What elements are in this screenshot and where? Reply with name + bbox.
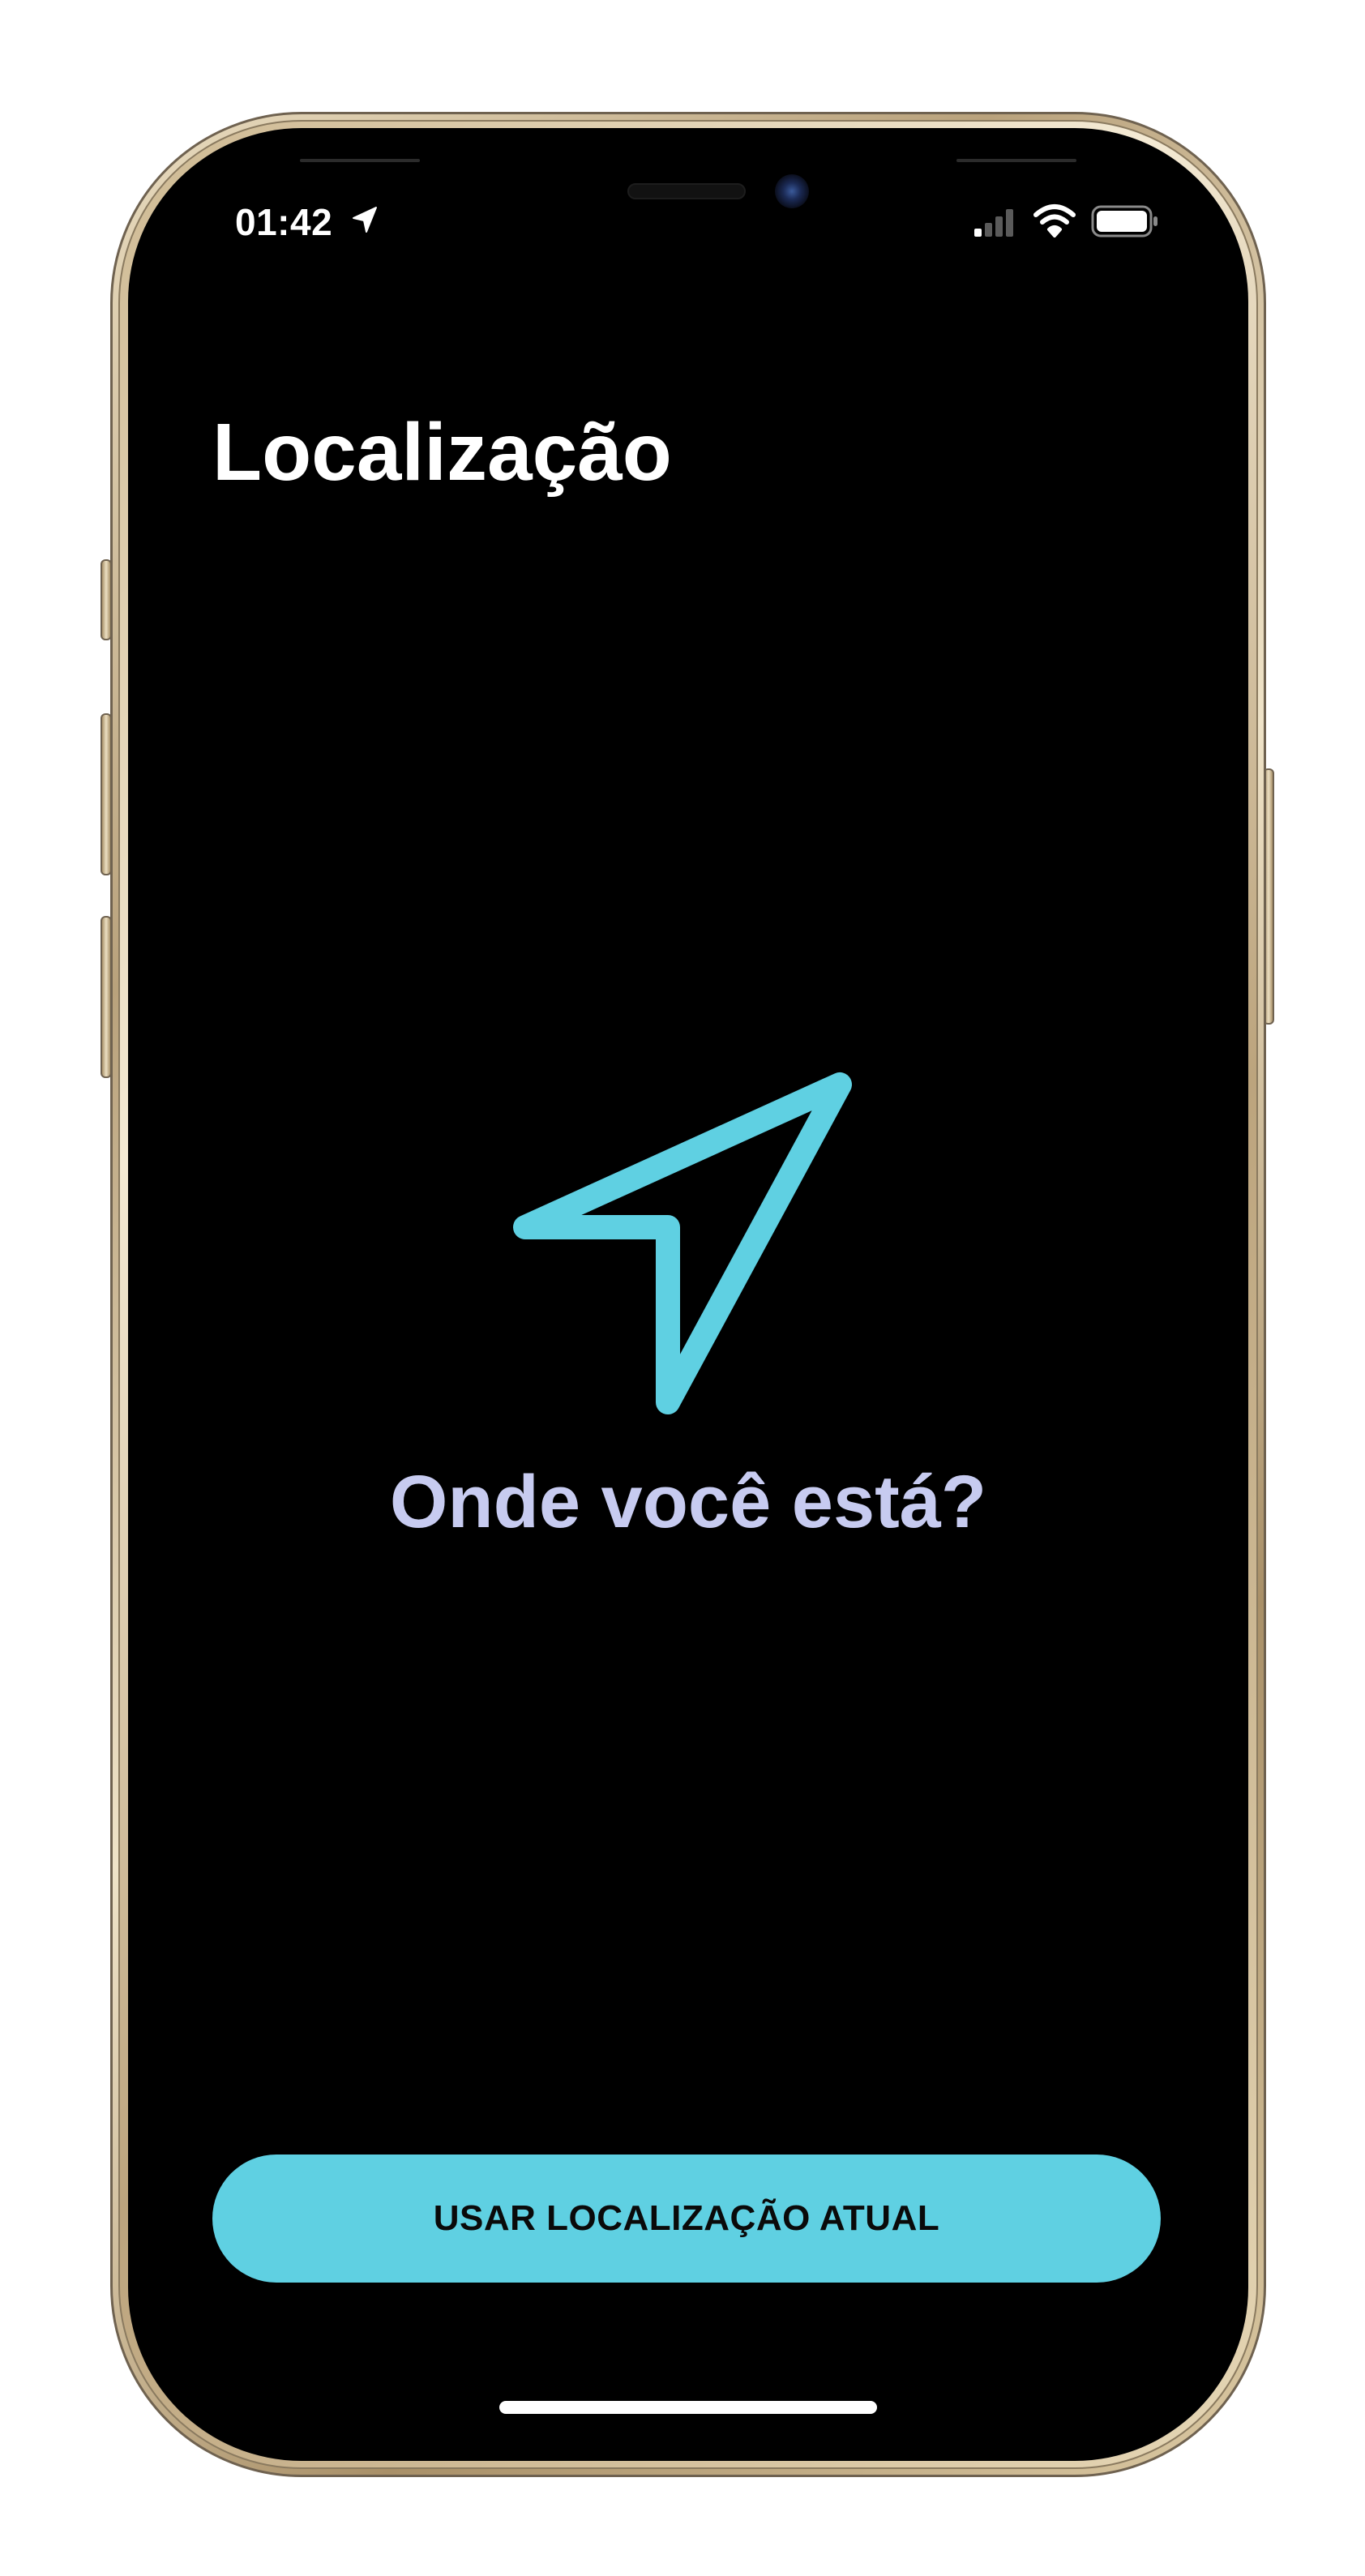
page-title: Localização bbox=[212, 407, 672, 498]
wifi-icon bbox=[1033, 204, 1076, 237]
use-current-location-label: USAR LOCALIZAÇÃO ATUAL bbox=[433, 2198, 940, 2238]
top-edge-line-left bbox=[300, 159, 420, 162]
use-current-location-button[interactable]: USAR LOCALIZAÇÃO ATUAL bbox=[212, 2155, 1161, 2283]
front-camera bbox=[775, 174, 809, 208]
home-indicator[interactable] bbox=[499, 2401, 877, 2414]
navigation-arrow-icon bbox=[513, 1072, 852, 1414]
app-screen: 01:42 Localização Onde você está? USAR L… bbox=[128, 128, 1248, 2461]
earpiece-speaker bbox=[627, 183, 746, 199]
cellular-signal-icon bbox=[974, 209, 1013, 237]
location-prompt: Onde você está? bbox=[389, 1461, 987, 1543]
status-time: 01:42 bbox=[235, 201, 333, 243]
battery-full-icon bbox=[1091, 205, 1157, 237]
device-mockup: 01:42 Localização Onde você está? USAR L… bbox=[0, 0, 1365, 2576]
top-edge-line-right bbox=[956, 159, 1076, 162]
location-arrow-icon bbox=[353, 207, 377, 233]
